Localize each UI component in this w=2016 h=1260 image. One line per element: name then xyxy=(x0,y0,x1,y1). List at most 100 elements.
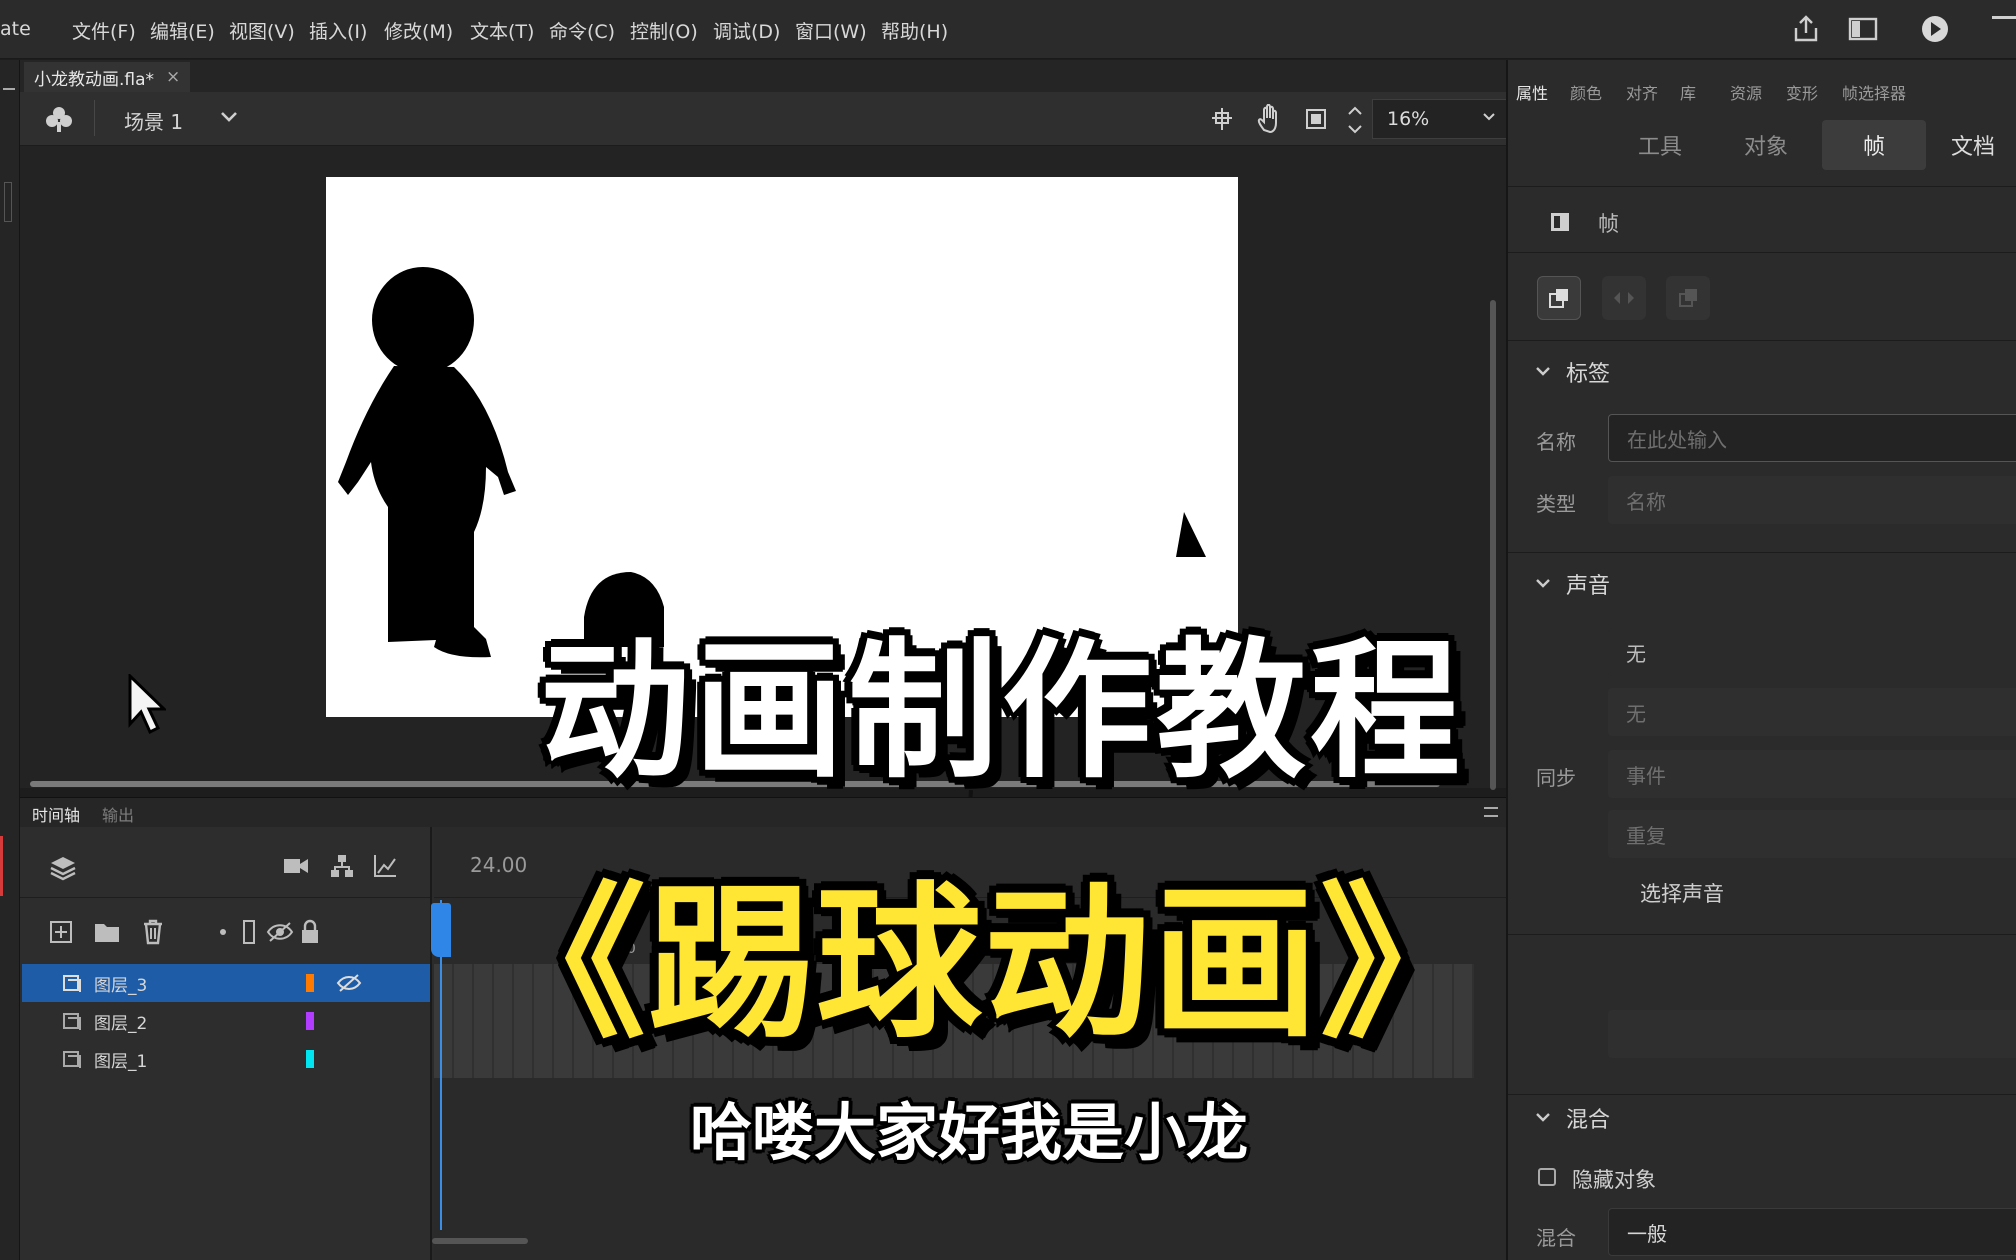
zoom-value: 16% xyxy=(1387,108,1430,130)
menu-help[interactable]: 帮助(H) xyxy=(881,17,948,44)
graph-icon[interactable] xyxy=(372,853,398,879)
sound-effect-select[interactable]: 无 xyxy=(1608,688,2016,736)
chevron-down-icon xyxy=(1536,1113,1550,1122)
sound-sync-select[interactable]: 事件 xyxy=(1608,750,2016,798)
menu-command[interactable]: 命令(C) xyxy=(549,17,615,44)
divider xyxy=(1508,1094,2016,1095)
add-layer-icon[interactable] xyxy=(50,921,72,943)
tab-library[interactable]: 库 xyxy=(1680,80,1696,104)
subtab-tool[interactable]: 工具 xyxy=(1608,120,1712,170)
layer-name[interactable]: 图层_2 xyxy=(94,1009,294,1034)
section-label[interactable]: 标签 xyxy=(1536,356,1610,388)
layer-row[interactable]: 图层_2 xyxy=(22,1002,430,1040)
divider xyxy=(1508,252,2016,253)
convert-frame-button[interactable] xyxy=(1537,276,1581,320)
section-title: 声音 xyxy=(1566,574,1611,599)
blend-mode-select[interactable]: 一般 xyxy=(1608,1208,2016,1256)
test-movie-icon[interactable] xyxy=(1920,14,1950,44)
choose-sound-link[interactable]: 选择声音 xyxy=(1640,878,1724,908)
section-title: 混合 xyxy=(1566,1108,1611,1133)
zoom-stepper-icon[interactable] xyxy=(1346,102,1364,138)
layer-color-swatch[interactable] xyxy=(306,1012,314,1030)
left-toolbar-strip xyxy=(0,60,20,1260)
scene-label[interactable]: 场景 1 xyxy=(124,106,183,135)
app-name: ate xyxy=(0,18,31,40)
tab-output[interactable]: 输出 xyxy=(102,802,134,826)
document-tab[interactable]: 小龙教动画.fla* × xyxy=(24,62,191,92)
sound-repeat-select[interactable]: 重复 xyxy=(1608,810,2016,858)
tool-slot[interactable] xyxy=(4,182,12,222)
layer-color-swatch[interactable] xyxy=(306,974,314,992)
edit-icon xyxy=(1679,289,1697,307)
menu-edit[interactable]: 编辑(E) xyxy=(150,17,215,44)
zoom-dropdown-icon[interactable] xyxy=(1482,112,1496,122)
subtab-object[interactable]: 对象 xyxy=(1714,120,1818,170)
layer-parenting-icon[interactable] xyxy=(330,853,354,879)
share-icon[interactable] xyxy=(1792,14,1820,44)
menu-lines-icon[interactable] xyxy=(3,88,15,90)
menu-text[interactable]: 文本(T) xyxy=(470,17,534,44)
playhead-handle[interactable] xyxy=(431,903,451,957)
outline-toggle-icon[interactable] xyxy=(242,919,256,945)
section-title: 标签 xyxy=(1566,362,1611,387)
highlight-dot-icon[interactable] xyxy=(220,929,226,935)
label-type-select[interactable]: 名称 xyxy=(1608,476,2016,524)
panel-layout-icon[interactable] xyxy=(1848,16,1878,42)
divider xyxy=(94,100,95,136)
tab-assets[interactable]: 资源 xyxy=(1730,80,1762,104)
close-icon[interactable]: × xyxy=(166,67,180,87)
menu-view[interactable]: 视图(V) xyxy=(229,17,295,44)
menu-window[interactable]: 窗口(W) xyxy=(795,17,867,44)
layer-row[interactable]: 图层_1 xyxy=(22,1040,430,1078)
overflow-icon[interactable] xyxy=(1992,16,2016,19)
tab-properties[interactable]: 属性 xyxy=(1516,80,1548,104)
menu-debug[interactable]: 调试(D) xyxy=(713,17,780,44)
symbol-icon[interactable] xyxy=(44,104,74,134)
menu-insert[interactable]: 插入(I) xyxy=(309,17,367,44)
layer-name[interactable]: 图层_1 xyxy=(94,1047,294,1072)
convert-icon xyxy=(1549,289,1568,308)
hide-object-label: 隐藏对象 xyxy=(1572,1168,1656,1192)
tab-timeline[interactable]: 时间轴 xyxy=(32,802,80,826)
tab-color[interactable]: 颜色 xyxy=(1570,80,1602,104)
lock-icon[interactable] xyxy=(300,919,320,945)
name-label: 名称 xyxy=(1536,430,1576,454)
menu-file[interactable]: 文件(F) xyxy=(72,17,136,44)
menu-modify[interactable]: 修改(M) xyxy=(384,17,453,44)
subtab-frame[interactable]: 帧 xyxy=(1822,120,1926,170)
section-sound[interactable]: 声音 xyxy=(1536,568,1610,600)
stage-vertical-scrollbar[interactable] xyxy=(1490,300,1496,790)
frame-name-input[interactable]: 在此处输入 xyxy=(1608,414,2016,462)
overlay-subtitle: 哈喽大家好我是小龙 xyxy=(690,1096,1249,1169)
section-blend[interactable]: 混合 xyxy=(1536,1102,1610,1134)
timeline-scrollbar[interactable] xyxy=(432,1238,528,1244)
camera-icon[interactable] xyxy=(282,855,310,877)
visibility-icon[interactable] xyxy=(266,921,294,943)
timeline-menu-icon[interactable] xyxy=(1484,807,1498,817)
layer-name[interactable]: 图层_3 xyxy=(94,971,294,996)
subtab-document[interactable]: 文档 xyxy=(1930,120,2016,170)
hide-object-checkbox[interactable] xyxy=(1538,1168,1556,1186)
overlay-title-line2: 《踢球动画》 xyxy=(480,868,1488,1061)
divider xyxy=(1508,340,2016,341)
sound-name-select[interactable]: 无 xyxy=(1608,628,2016,676)
color-effect-select[interactable] xyxy=(1608,1010,2016,1058)
swap-frame-button[interactable] xyxy=(1602,276,1646,320)
menu-control[interactable]: 控制(O) xyxy=(630,17,698,44)
layers-icon[interactable] xyxy=(48,853,78,883)
add-folder-icon[interactable] xyxy=(94,921,120,943)
scene-bar: 场景 1 16% xyxy=(20,92,1508,146)
tab-align[interactable]: 对齐 xyxy=(1626,80,1658,104)
layer-row[interactable]: 图层_3 xyxy=(22,964,430,1002)
hidden-eye-icon[interactable] xyxy=(336,973,362,993)
delete-icon[interactable] xyxy=(142,919,164,945)
hand-tool-icon[interactable] xyxy=(1256,104,1284,134)
center-stage-icon[interactable] xyxy=(1210,106,1234,132)
clip-stage-icon[interactable] xyxy=(1304,106,1328,132)
chevron-down-icon[interactable] xyxy=(220,110,238,124)
tool-indicator xyxy=(0,836,3,896)
tab-frame-picker[interactable]: 帧选择器 xyxy=(1842,80,1906,104)
layer-color-swatch[interactable] xyxy=(306,1050,314,1068)
edit-frame-button[interactable] xyxy=(1666,276,1710,320)
tab-transform[interactable]: 变形 xyxy=(1786,80,1818,104)
